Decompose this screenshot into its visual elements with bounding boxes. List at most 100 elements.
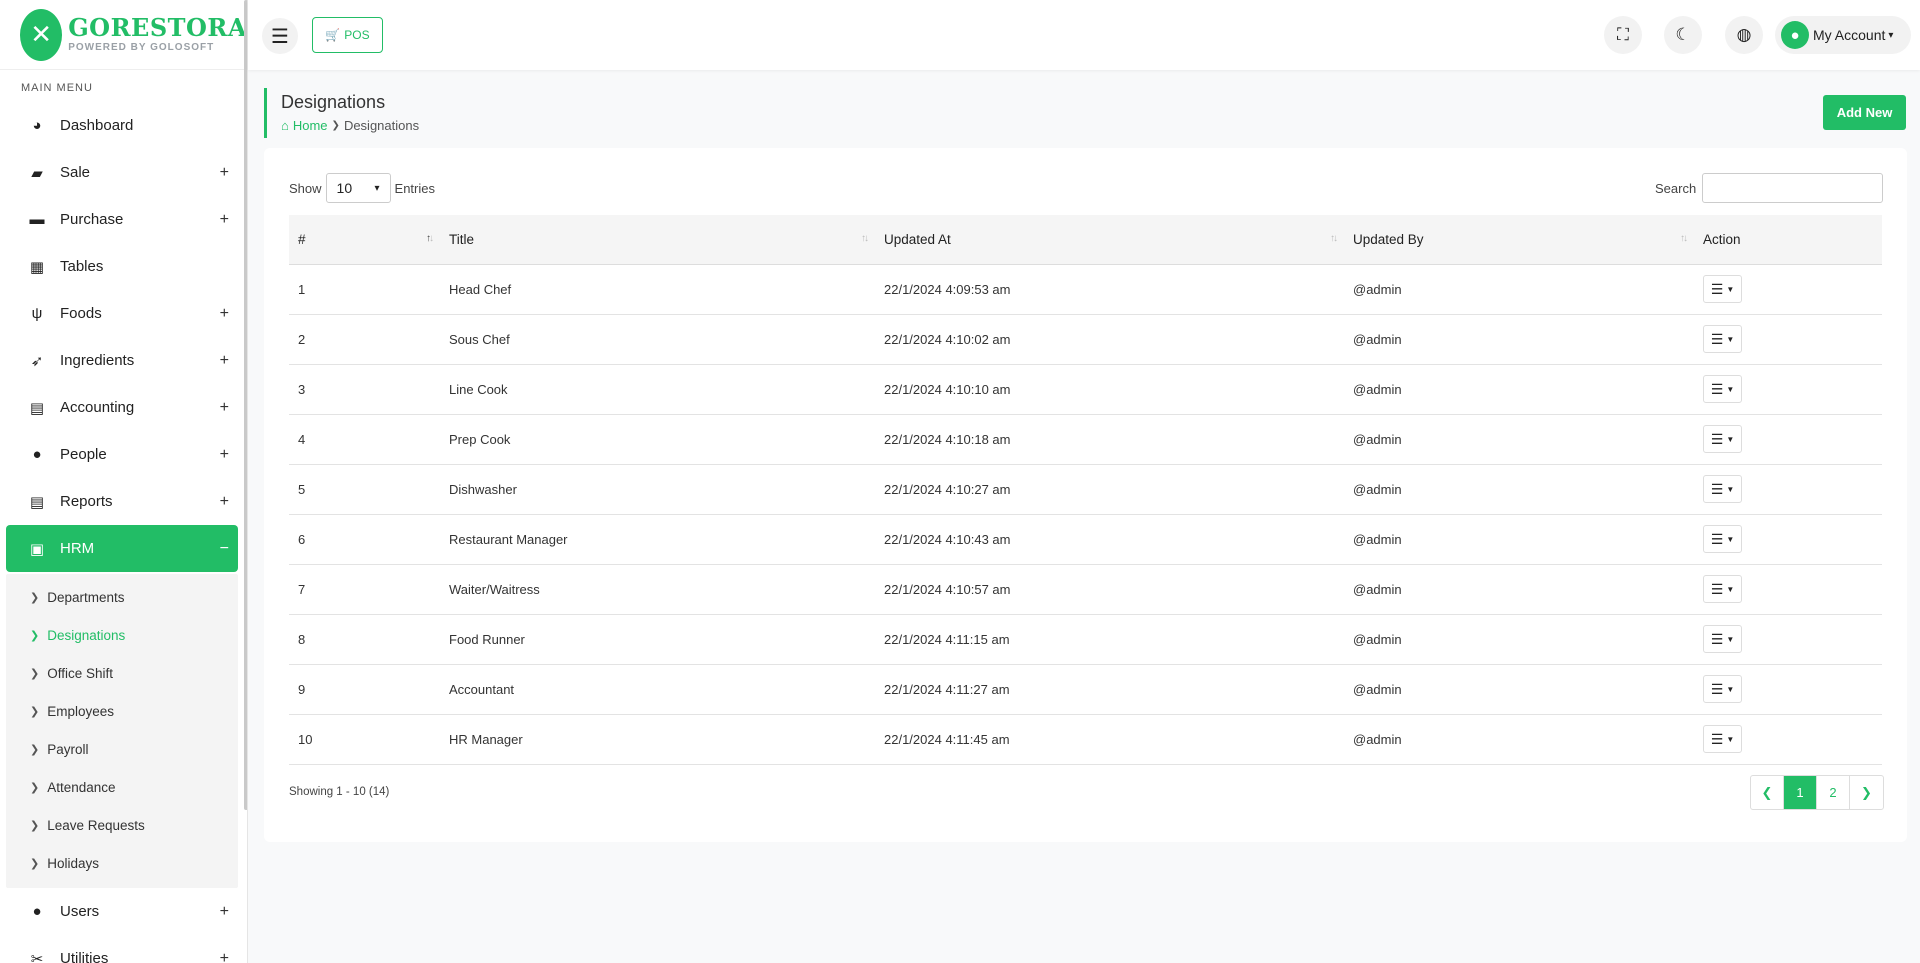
cell-updated-at: 22/1/2024 4:10:27 am [884, 481, 1011, 497]
page-button-1[interactable]: 1 [1784, 776, 1817, 809]
expand-icon: + [219, 210, 229, 228]
sidebar-item-ingredients[interactable]: ➶ Ingredients + [0, 337, 247, 384]
sidebar-item-sale[interactable]: ▰ Sale + [0, 149, 247, 196]
breadcrumb-home[interactable]: ⌂ Home [281, 118, 328, 133]
sidebar-item-label: Reports [60, 493, 113, 510]
caret-down-icon: ▼ [1726, 334, 1735, 344]
dark-mode-button[interactable]: ☾ [1664, 16, 1702, 54]
list-icon: ☰ [1710, 430, 1724, 447]
pagination: ❮ 1 2 ❯ [1750, 775, 1884, 810]
fullscreen-button[interactable]: ⛶ [1604, 16, 1642, 54]
cell-title: Head Chef [449, 281, 512, 297]
table-row: 4 Prep Cook 22/1/2024 4:10:18 am @admin ☰ ▼ [289, 414, 1882, 464]
next-page-button[interactable]: ❯ [1850, 776, 1883, 809]
sidebar-item-utilities[interactable]: ✂ Utilities + [0, 935, 247, 963]
sidebar-item-hrm[interactable]: ▣ HRM − [6, 525, 238, 572]
sidebar-item-reports[interactable]: ▤ Reports + [0, 478, 247, 525]
cell-updated-by: @admin [1353, 431, 1402, 447]
submenu-item-departments[interactable]: ❯ Departments [6, 578, 238, 616]
sidebar-item-dashboard[interactable]: ◕ Dashboard [0, 102, 247, 149]
hrm-submenu: ❯ Departments ❯ Designations ❯ Office Shift… [6, 574, 238, 888]
column-header-id[interactable]: # ↑↓ [289, 215, 440, 265]
cell-id: 4 [298, 431, 306, 447]
cell-id: 6 [298, 531, 306, 547]
cell-updated-by: @admin [1353, 581, 1402, 597]
row-action-dropdown[interactable]: ☰ ▼ [1703, 275, 1742, 303]
designations-card: Show 10 ▾ Entries Search # ↑↓ Title ↑↓ Upd… [264, 148, 1907, 842]
prev-page-button[interactable]: ❮ [1751, 776, 1784, 809]
search-label: Search [1655, 180, 1697, 196]
cell-updated-at: 22/1/2024 4:10:10 am [884, 381, 1011, 397]
sidebar-item-users[interactable]: ● Users + [0, 888, 247, 935]
row-action-dropdown[interactable]: ☰ ▼ [1703, 625, 1742, 653]
cell-action: ☰ ▼ [1694, 314, 1882, 364]
row-action-dropdown[interactable]: ☰ ▼ [1703, 675, 1742, 703]
hamburger-icon: ☰ [271, 25, 289, 48]
cell-id: 8 [298, 631, 306, 647]
briefcase-icon: ▰ [31, 164, 43, 182]
avatar-icon: ● [1781, 21, 1809, 49]
sidebar-item-accounting[interactable]: ▤ Accounting + [0, 384, 247, 431]
column-header-title[interactable]: Title ↑↓ [440, 215, 875, 265]
entries-select[interactable]: 10 ▾ [325, 173, 391, 203]
row-action-dropdown[interactable]: ☰ ▼ [1703, 475, 1742, 503]
chevron-right-icon: ❯ [30, 667, 40, 680]
submenu-item-office-shift[interactable]: ❯ Office Shift [6, 654, 238, 692]
sidebar-item-label: Sale [60, 164, 91, 181]
submenu-item-employees[interactable]: ❯ Employees [6, 692, 238, 730]
chevron-right-icon: ❯ [30, 591, 40, 604]
sort-icon: ↑↓ [861, 233, 869, 244]
list-icon: ☰ [1710, 680, 1724, 697]
row-action-dropdown[interactable]: ☰ ▼ [1703, 725, 1742, 753]
row-action-dropdown[interactable]: ☰ ▼ [1703, 575, 1742, 603]
table-row: 7 Waiter/Waitress 22/1/2024 4:10:57 am @adm… [289, 564, 1882, 614]
users-icon: ● [32, 446, 42, 463]
pos-button[interactable]: 🛒 POS [312, 17, 383, 53]
row-action-dropdown[interactable]: ☰ ▼ [1703, 375, 1742, 403]
sidebar-item-foods[interactable]: ψ Foods + [0, 290, 247, 337]
page-button-2[interactable]: 2 [1817, 776, 1850, 809]
tools-icon: ✂ [30, 950, 44, 963]
list-icon: ☰ [1710, 280, 1724, 297]
home-icon: ⌂ [281, 118, 289, 133]
sidebar-item-purchase[interactable]: ▬ Purchase + [0, 196, 247, 243]
submenu-item-holidays[interactable]: ❯ Holidays [6, 844, 238, 882]
cell-action: ☰ ▼ [1694, 264, 1882, 314]
language-button[interactable]: ◍ [1725, 16, 1763, 54]
cell-updated-at: 22/1/2024 4:10:43 am [884, 531, 1011, 547]
cell-updated-at: 22/1/2024 4:11:27 am [884, 681, 1010, 697]
table-body: 1 Head Chef 22/1/2024 4:09:53 am @admin ☰ ▼ 2 S… [289, 264, 1882, 764]
submenu-item-attendance[interactable]: ❯ Attendance [6, 768, 238, 806]
account-menu[interactable]: ● My Account ▾ [1775, 16, 1911, 54]
submenu-item-leave-requests[interactable]: ❯ Leave Requests [6, 806, 238, 844]
sidebar-item-people[interactable]: ● People + [0, 431, 247, 478]
submenu-item-payroll[interactable]: ❯ Payroll [6, 730, 238, 768]
caret-down-icon: ▼ [1726, 684, 1735, 694]
caret-down-icon: ▼ [1726, 634, 1735, 644]
row-action-dropdown[interactable]: ☰ ▼ [1703, 325, 1742, 353]
sidebar-item-label: Users [60, 903, 100, 920]
caret-down-icon: ▼ [1726, 484, 1735, 494]
table-row: 9 Accountant 22/1/2024 4:11:27 am @admin ☰ ▼ [289, 664, 1882, 714]
row-action-dropdown[interactable]: ☰ ▼ [1703, 525, 1742, 553]
expand-icon: + [219, 351, 229, 369]
logo[interactable]: ✕ GORESTORA POWERED BY GOLOSOFT [0, 0, 247, 70]
table-icon: ▦ [29, 258, 45, 276]
cell-title: Restaurant Manager [449, 531, 568, 547]
menu-toggle-button[interactable]: ☰ [262, 18, 298, 54]
sidebar-item-tables[interactable]: ▦ Tables [0, 243, 247, 290]
search-input[interactable] [1702, 173, 1884, 203]
add-new-button[interactable]: Add New [1823, 95, 1906, 130]
submenu-item-designations[interactable]: ❯ Designations [6, 616, 238, 654]
showing-info: Showing 1 - 10 (14) [289, 786, 390, 798]
sidebar-item-label: Tables [60, 258, 104, 275]
entries-control: Show 10 ▾ Entries [289, 173, 435, 203]
cell-title: Prep Cook [449, 431, 511, 447]
row-action-dropdown[interactable]: ☰ ▼ [1703, 425, 1742, 453]
chevron-left-icon: ❮ [1761, 784, 1773, 800]
column-header-updated-at[interactable]: Updated At ↑↓ [875, 215, 1344, 265]
column-header-updated-by[interactable]: Updated By ↑↓ [1344, 215, 1694, 265]
sidebar-scrollbar[interactable] [244, 0, 247, 810]
sidebar-item-label: Utilities [60, 950, 109, 963]
sidebar: ✕ GORESTORA POWERED BY GOLOSOFT MAIN MEN… [0, 0, 248, 963]
